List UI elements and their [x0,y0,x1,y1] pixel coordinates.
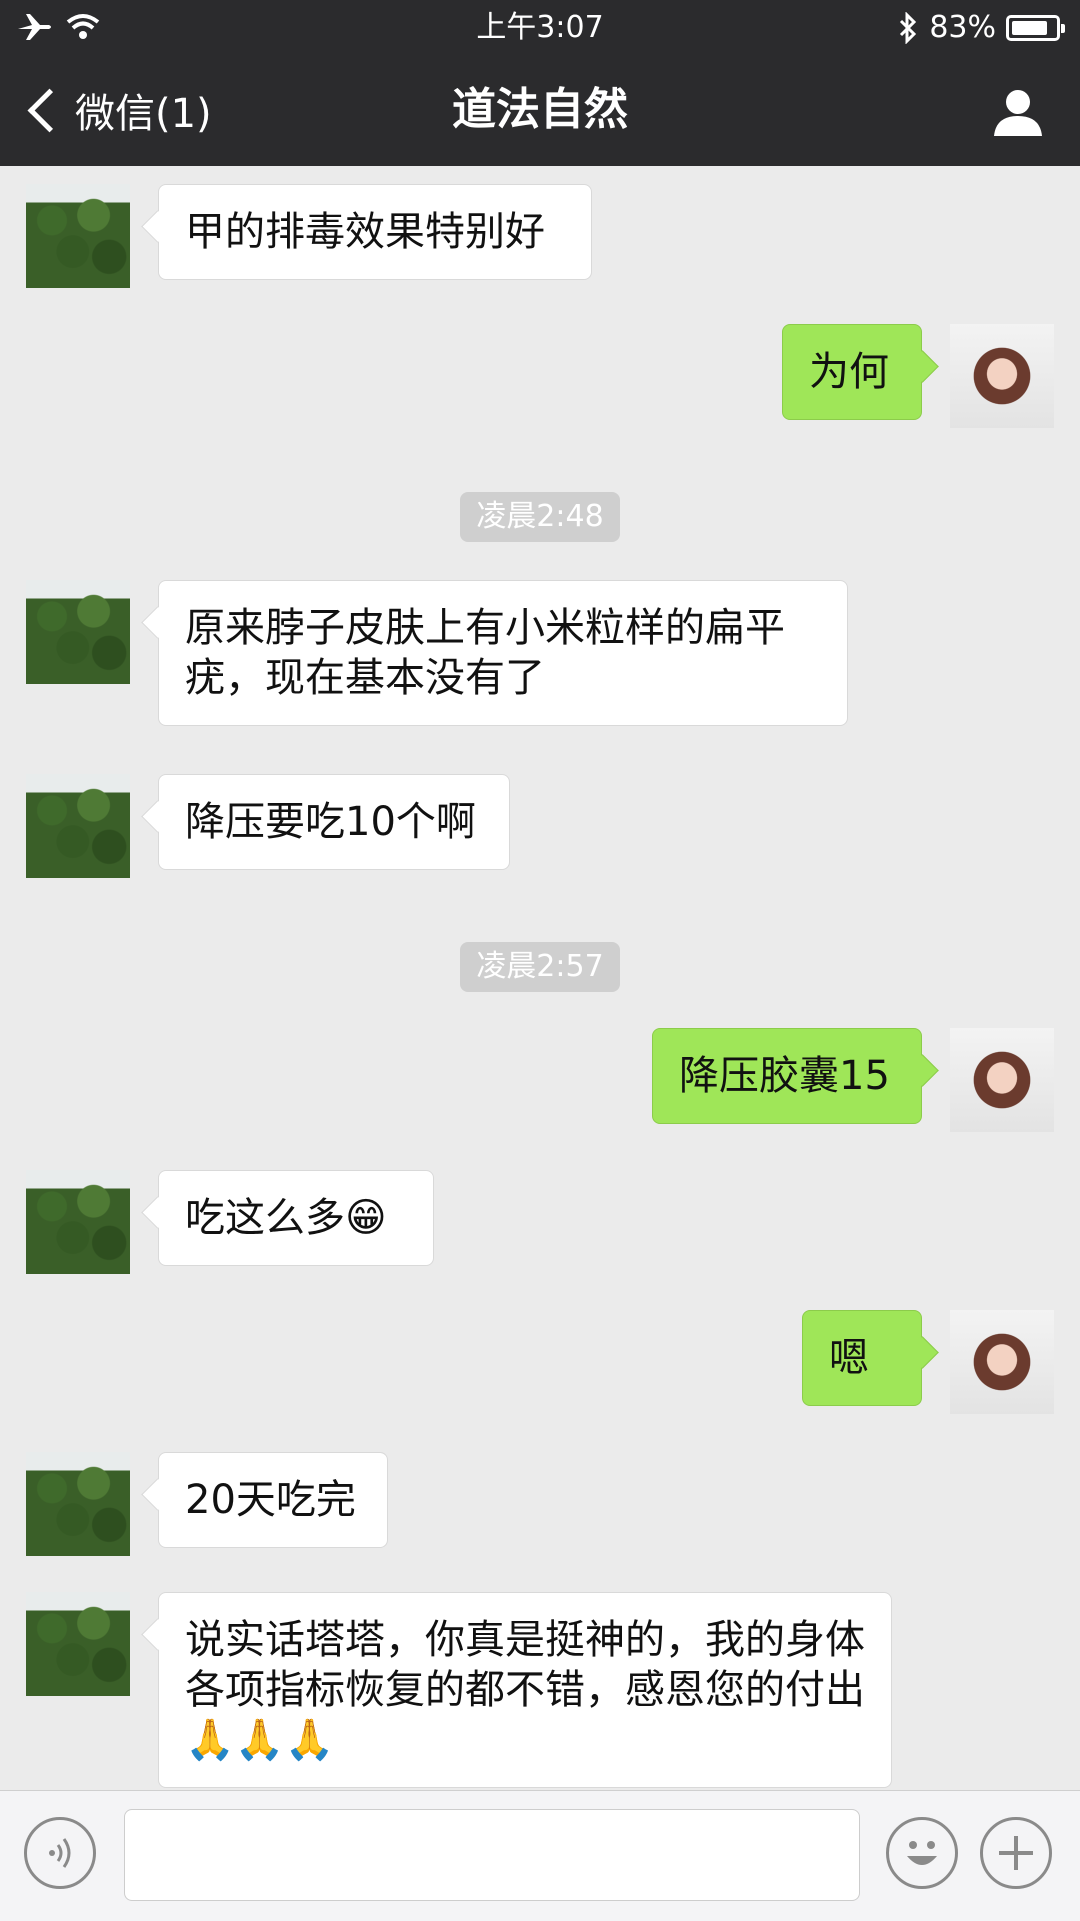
emoji-button[interactable] [886,1817,958,1889]
battery-level [1012,21,1047,35]
voice-button[interactable] [24,1817,96,1889]
message-bubble[interactable]: 说实话塔塔，你真是挺神的，我的身体各项指标恢复的都不错，感恩您的付出🙏🙏🙏 [158,1592,892,1788]
message-input[interactable] [124,1809,860,1901]
status-right: 83% [897,8,1065,48]
message-bubble[interactable]: 甲的排毒效果特别好 [158,184,592,280]
message-bubble[interactable]: 为何 [782,324,922,420]
message-bubble[interactable]: 20天吃完 [158,1452,388,1548]
avatar[interactable] [26,1592,130,1696]
avatar[interactable] [26,184,130,288]
message-bubble[interactable]: 降压要吃10个啊 [158,774,510,870]
plus-icon [999,1836,1033,1870]
message-bubble[interactable]: 吃这么多😁 [158,1170,434,1266]
battery-icon [1006,15,1065,41]
status-bar: 上午3:07 83% [0,0,1080,56]
plus-button[interactable] [980,1817,1052,1889]
avatar[interactable] [950,324,1054,428]
bluetooth-icon [900,12,917,44]
timestamp: 凌晨2:48 [0,492,1080,542]
input-bar [0,1790,1080,1921]
emoji-icon [907,1841,937,1865]
timestamp-label: 凌晨2:48 [460,492,620,542]
message-bubble[interactable]: 嗯 [802,1310,922,1406]
battery-percent: 83% [929,10,996,45]
avatar[interactable] [950,1310,1054,1414]
avatar[interactable] [26,1452,130,1556]
avatar[interactable] [26,580,130,684]
message-bubble[interactable]: 降压胶囊15 [652,1028,922,1124]
nav-bar: 微信(1) 道法自然 [0,56,1080,166]
chat-area[interactable]: 甲的排毒效果特别好 为何 凌晨2:48 原来脖子皮肤上有小米粒样的扁平疣，现在基… [0,166,1080,1790]
avatar[interactable] [26,1170,130,1274]
avatar[interactable] [26,774,130,878]
profile-icon[interactable] [992,86,1044,138]
timestamp-label: 凌晨2:57 [460,942,620,992]
chat-title: 道法自然 [452,84,628,135]
message-bubble[interactable]: 原来脖子皮肤上有小米粒样的扁平疣，现在基本没有了 [158,580,848,726]
avatar[interactable] [950,1028,1054,1132]
timestamp: 凌晨2:57 [0,942,1080,992]
voice-icon [49,1838,71,1868]
